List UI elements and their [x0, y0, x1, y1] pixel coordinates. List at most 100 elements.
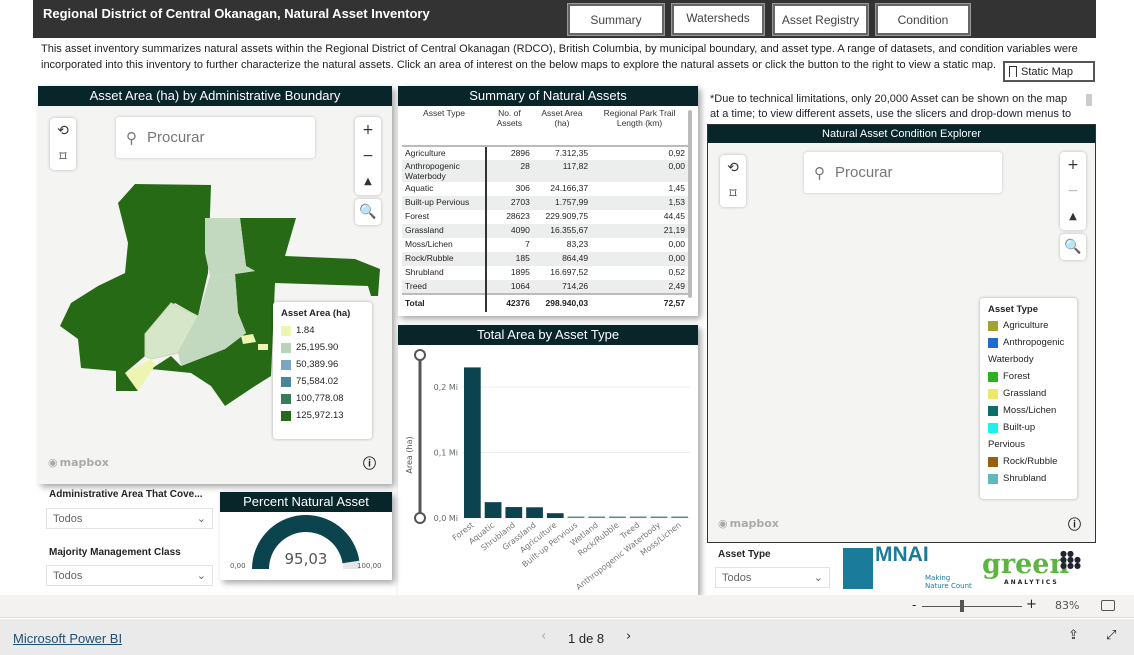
legend-swatch — [988, 405, 998, 416]
legend-item[interactable]: Grassland — [988, 385, 1069, 402]
range-slider-handle[interactable] — [414, 512, 426, 524]
compass-icon[interactable]: ▲ — [1060, 204, 1086, 230]
area-chart-panel: Total Area by Asset Type Area (ha) 0,0 Mi… — [398, 325, 698, 595]
nav-asset-registry-button[interactable]: Asset Registry — [772, 3, 869, 36]
selection-tools: ⟲ ⌑ — [50, 118, 76, 170]
column-header[interactable]: Asset Area (ha) — [532, 106, 592, 147]
lasso-select-icon[interactable]: ⟲ — [720, 155, 746, 181]
asset-type-dropdown[interactable]: Todos ⌄ — [715, 567, 830, 588]
info-icon[interactable]: ⓘ — [1068, 514, 1081, 533]
legend-title: Asset Type — [988, 304, 1038, 315]
bar-built-up-pervious[interactable] — [567, 516, 585, 519]
column-header[interactable]: Asset Type — [402, 106, 486, 147]
total-cell: 72,57 — [591, 293, 688, 312]
legend-item[interactable]: Rock/Rubble — [988, 453, 1069, 470]
bar-moss-lichen[interactable] — [671, 516, 688, 519]
zoom-percent: 83% — [1055, 599, 1080, 612]
zoom-out-button[interactable]: - — [912, 598, 916, 612]
admin-area-dropdown[interactable]: Todos ⌄ — [46, 508, 213, 529]
zoom-slider-thumb[interactable] — [960, 600, 964, 612]
zoom-controls: + − ▲ — [1060, 152, 1086, 230]
bar-forest[interactable] — [464, 367, 481, 518]
legend-item[interactable]: Waterbody — [988, 351, 1069, 368]
legend-swatch — [281, 393, 291, 404]
bar-anthropogenic-waterbody[interactable] — [650, 516, 668, 519]
range-slider-handle[interactable] — [414, 349, 426, 361]
bar-wetland[interactable] — [588, 516, 606, 519]
legend-label: Moss/Lichen — [1003, 405, 1057, 416]
nav-condition-button[interactable]: Condition — [875, 3, 971, 36]
table-row: Moss/Lichen 7 83,23 0,00 — [402, 238, 688, 252]
legend-item[interactable]: Anthropogenic — [988, 334, 1069, 351]
table-cell: 0,00 — [591, 160, 688, 182]
zoom-in-icon[interactable]: + — [1060, 152, 1086, 178]
info-icon[interactable]: ⓘ — [363, 453, 376, 472]
legend-label: Pervious — [988, 439, 1025, 450]
next-page-icon[interactable]: › — [626, 629, 631, 644]
legend-item[interactable]: 100,778.08 — [281, 390, 364, 407]
legend-item[interactable]: Forest — [988, 368, 1069, 385]
power-bi-link[interactable]: Microsoft Power BI — [13, 631, 122, 646]
fit-page-icon[interactable] — [1101, 600, 1115, 611]
admin-map[interactable]: ⟲ ⌑ ⚲ Procurar + − ▲ 🔍 Asset Area (ha) 1… — [38, 106, 392, 484]
bar-aquatic[interactable] — [484, 502, 502, 518]
nav-summary-button[interactable]: Summary — [567, 3, 665, 36]
zoom-slider[interactable] — [922, 606, 1022, 607]
bar-rock-rubble[interactable] — [609, 516, 626, 519]
legend-item[interactable]: Agriculture — [988, 317, 1069, 334]
table-cell: 2,49 — [591, 280, 688, 294]
green-analytics-logo: green ANALYTICS ●● ●●● ●●● — [982, 549, 1082, 589]
map-search-input[interactable]: ⚲ Procurar — [804, 152, 1002, 193]
legend-item[interactable]: 25,195.90 — [281, 339, 364, 356]
legend-item[interactable]: Built-up — [988, 419, 1069, 436]
table-scrollbar[interactable] — [688, 110, 692, 298]
bar-treed[interactable] — [629, 516, 647, 519]
legend-label: Waterbody — [988, 354, 1034, 365]
gauge-value: 95,03 — [284, 550, 328, 568]
mapbox-logo: ◉ mapbox — [718, 517, 779, 530]
note-scrollbar[interactable] — [1086, 94, 1092, 106]
search-placeholder: Procurar — [835, 164, 893, 181]
legend-swatch — [988, 422, 998, 433]
column-header[interactable]: Regional Park Trail Length (km) — [591, 106, 688, 147]
legend-item[interactable]: Pervious — [988, 436, 1069, 453]
zoom-out-icon[interactable]: − — [355, 143, 381, 169]
legend-item[interactable]: 50,389.96 — [281, 356, 364, 373]
zoom-to-fit-button[interactable]: 🔍 — [1060, 234, 1086, 260]
zoom-out-icon[interactable]: − — [1060, 178, 1086, 204]
legend-item[interactable]: 125,972.13 — [281, 407, 364, 424]
zoom-to-fit-button[interactable]: 🔍 — [355, 199, 381, 225]
static-map-button[interactable]: Static Map — [1003, 61, 1095, 82]
column-header[interactable]: No. of Assets — [486, 106, 533, 147]
rect-select-icon[interactable]: ⌑ — [50, 144, 76, 170]
zoom-in-icon[interactable]: + — [355, 117, 381, 143]
lasso-select-icon[interactable]: ⟲ — [50, 118, 76, 144]
management-class-dropdown[interactable]: Todos ⌄ — [46, 565, 213, 586]
bar-agriculture[interactable] — [546, 513, 564, 518]
rect-select-icon[interactable]: ⌑ — [720, 181, 746, 207]
share-icon[interactable]: ⇪ — [1068, 628, 1079, 643]
legend-item[interactable]: Shrubland — [988, 470, 1069, 487]
zoom-in-button[interactable]: + — [1026, 597, 1037, 612]
prev-page-icon[interactable]: ‹ — [541, 629, 546, 644]
fullscreen-icon[interactable]: ⤢ — [1106, 628, 1116, 643]
asset-type-slicer-label: Asset Type — [718, 549, 771, 560]
legend-swatch — [988, 320, 998, 331]
small-municipal-boundary — [258, 344, 268, 350]
mnai-emblem — [843, 548, 873, 589]
map-search-input[interactable]: ⚲ Procurar — [116, 117, 315, 158]
legend-item[interactable]: Moss/Lichen — [988, 402, 1069, 419]
gauge-max: 100,00 — [357, 562, 382, 570]
nav-watersheds-button[interactable]: Watersheds — [671, 3, 765, 36]
table-cell: 16.697,52 — [550, 267, 589, 277]
total-cell: 42376 — [486, 293, 533, 312]
admin-map-legend: Asset Area (ha) 1.84 25,195.90 50,389.96 75… — [273, 302, 372, 439]
legend-item[interactable]: 75,584.02 — [281, 373, 364, 390]
compass-icon[interactable]: ▲ — [355, 169, 381, 195]
bar-grassland[interactable] — [526, 507, 543, 518]
condition-map[interactable]: ⟲ ⌑ ⚲ Procurar + − ▲ 🔍 Asset Type Agricu… — [708, 143, 1095, 542]
chart-title: Total Area by Asset Type — [398, 325, 698, 345]
table-row: Grassland 4090 16.355,67 21,19 — [402, 224, 688, 238]
bar-shrubland[interactable] — [505, 507, 523, 518]
legend-item[interactable]: 1.84 — [281, 322, 364, 339]
